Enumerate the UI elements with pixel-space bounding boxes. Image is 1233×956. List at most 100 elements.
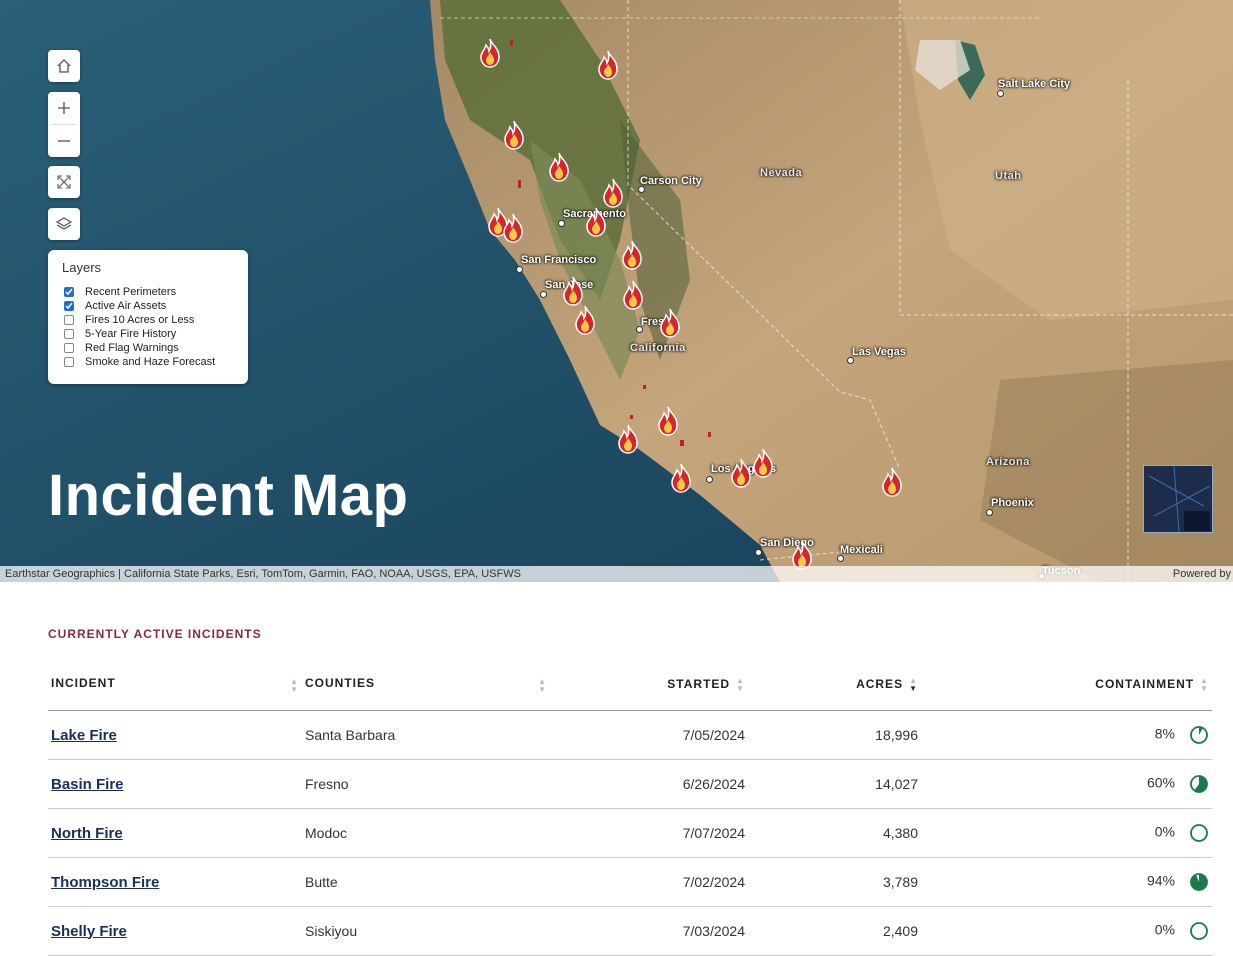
- incident-link[interactable]: North Fire: [51, 825, 123, 842]
- sort-desc-icon[interactable]: ▲ ▼: [909, 677, 918, 693]
- containment-cell: 8%: [921, 710, 1212, 760]
- column-header-acres[interactable]: ACRES ▲ ▼: [748, 660, 921, 711]
- fire-icon[interactable]: [572, 305, 598, 335]
- incident-link[interactable]: Lake Fire: [51, 727, 117, 744]
- home-icon[interactable]: [48, 50, 80, 82]
- acres-cell: 4,380: [748, 808, 921, 858]
- layers-control[interactable]: [48, 208, 80, 240]
- containment-pie-icon: [1190, 775, 1208, 793]
- fire-icon[interactable]: [600, 178, 626, 208]
- layer-item[interactable]: Red Flag Warnings: [62, 341, 234, 355]
- incident-link[interactable]: Shelly Fire: [51, 923, 127, 940]
- column-header-containment[interactable]: CONTAINMENT ▲ ▼: [921, 660, 1212, 711]
- column-header-started[interactable]: STARTED ▲ ▼: [552, 660, 748, 711]
- state-label: Nevada: [760, 167, 803, 179]
- fire-icon[interactable]: [500, 213, 526, 243]
- basemap-toggle-thumbnail[interactable]: [1143, 465, 1213, 533]
- county-cell: Santa Barbara: [302, 710, 552, 760]
- fullscreen-control[interactable]: [48, 166, 80, 198]
- layer-label: Active Air Assets: [85, 300, 167, 312]
- incident-link[interactable]: Basin Fire: [51, 776, 124, 793]
- city-label: San Francisco: [521, 254, 597, 266]
- incident-map[interactable]: Layers Recent Perimeters Active Air Asset…: [0, 0, 1233, 582]
- sort-arrows-icon[interactable]: ▲ ▼: [538, 678, 547, 694]
- city-label: Mexicali: [840, 544, 883, 556]
- city-dot: [986, 509, 993, 516]
- city-label: Salt Lake City: [998, 78, 1071, 90]
- containment-cell: 0%: [921, 808, 1212, 858]
- city-dot: [516, 266, 523, 273]
- containment-pie-icon: [1190, 726, 1208, 744]
- city-dot: [540, 291, 547, 298]
- layer-item[interactable]: Smoke and Haze Forecast: [62, 355, 234, 369]
- incident-link[interactable]: Thompson Fire: [51, 874, 159, 891]
- layer-item[interactable]: Recent Perimeters: [62, 285, 234, 299]
- layer-checkbox[interactable]: [64, 329, 74, 339]
- containment-value: 0%: [1154, 823, 1175, 840]
- zoom-out-icon[interactable]: [48, 125, 80, 157]
- layer-label: Smoke and Haze Forecast: [85, 356, 216, 368]
- incident-cell: Shelly Fire: [48, 906, 302, 956]
- containment-pie-icon: [1190, 824, 1208, 842]
- table-row: Shelly Fire Siskiyou 7/03/2024 2,409 0%: [48, 906, 1212, 956]
- city-label: Phoenix: [991, 497, 1034, 509]
- fire-icon[interactable]: [615, 424, 641, 454]
- containment-cell: 94%: [921, 857, 1212, 907]
- layer-checkbox[interactable]: [64, 343, 74, 353]
- layer-label: 5-Year Fire History: [85, 328, 177, 340]
- fire-icon[interactable]: [668, 463, 694, 493]
- sort-arrows-icon[interactable]: ▲ ▼: [290, 678, 299, 694]
- layers-icon[interactable]: [48, 208, 80, 240]
- fire-icon[interactable]: [879, 467, 905, 497]
- sort-arrows-icon[interactable]: ▲ ▼: [1200, 677, 1209, 693]
- column-header-incident[interactable]: INCIDENT ▲ ▼: [48, 660, 302, 711]
- zoom-in-icon[interactable]: [48, 92, 80, 124]
- layer-item[interactable]: 5-Year Fire History: [62, 327, 234, 341]
- fire-icon[interactable]: [620, 280, 646, 310]
- containment-value: 8%: [1154, 725, 1175, 742]
- incident-cell: Lake Fire: [48, 710, 302, 760]
- city-dot: [638, 186, 645, 193]
- fire-icon[interactable]: [619, 240, 645, 270]
- fire-icon[interactable]: [595, 50, 621, 80]
- incident-cell: Basin Fire: [48, 759, 302, 809]
- fire-icon[interactable]: [501, 120, 527, 150]
- containment-pie-icon: [1190, 873, 1208, 891]
- powered-by-text[interactable]: Powered by: [1173, 566, 1231, 582]
- incidents-table: INCIDENT ▲ ▼ COUNTIES ▲ ▼ STARTED ▲ ▼ ACRES ▲ ▼ …: [48, 660, 1212, 956]
- layer-checkbox[interactable]: [64, 287, 74, 297]
- city-dot: [636, 326, 643, 333]
- layer-checkbox[interactable]: [64, 301, 74, 311]
- fire-icon[interactable]: [657, 308, 683, 338]
- fire-icon[interactable]: [655, 406, 681, 436]
- layer-item[interactable]: Active Air Assets: [62, 299, 234, 313]
- column-header-counties[interactable]: COUNTIES ▲ ▼: [302, 660, 552, 711]
- table-row: North Fire Modoc 7/07/2024 4,380 0%: [48, 808, 1212, 858]
- containment-cell: 0%: [921, 906, 1212, 956]
- fullscreen-icon[interactable]: [48, 166, 80, 198]
- state-label: Utah: [995, 170, 1022, 182]
- started-cell: 6/26/2024: [552, 759, 748, 809]
- layers-title: Layers: [62, 260, 102, 275]
- acres-cell: 2,409: [748, 906, 921, 956]
- layer-label: Fires 10 Acres or Less: [85, 314, 195, 326]
- state-label: California: [630, 342, 686, 354]
- home-control[interactable]: [48, 50, 80, 82]
- fire-icon[interactable]: [583, 207, 609, 237]
- attribution-text: Earthstar Geographics | California State…: [5, 568, 521, 580]
- fire-icon[interactable]: [546, 152, 572, 182]
- layer-checkbox[interactable]: [64, 315, 74, 325]
- started-cell: 7/07/2024: [552, 808, 748, 858]
- incident-cell: North Fire: [48, 808, 302, 858]
- county-cell: Modoc: [302, 808, 552, 858]
- layer-item[interactable]: Fires 10 Acres or Less: [62, 313, 234, 327]
- fire-icon[interactable]: [750, 448, 776, 478]
- sort-arrows-icon[interactable]: ▲ ▼: [736, 677, 745, 693]
- table-header-row: INCIDENT ▲ ▼ COUNTIES ▲ ▼ STARTED ▲ ▼ ACRES ▲ ▼ …: [48, 660, 1212, 711]
- fire-icon[interactable]: [560, 276, 586, 306]
- fire-icon[interactable]: [477, 38, 503, 68]
- zoom-control[interactable]: [48, 92, 80, 157]
- layer-checkbox[interactable]: [64, 357, 74, 367]
- table-row: Thompson Fire Butte 7/02/2024 3,789 94%: [48, 857, 1212, 907]
- city-label: Las Vegas: [852, 346, 906, 358]
